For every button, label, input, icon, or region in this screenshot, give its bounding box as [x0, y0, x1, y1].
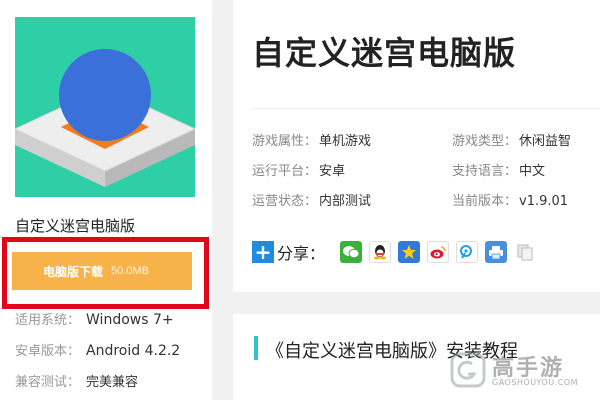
- wechat-icon[interactable]: [340, 241, 363, 263]
- gaoshouyou-watermark: 高手游 GAOSHOUYOU.COM: [450, 350, 590, 392]
- attr-attribute: 游戏属性： 单机游戏: [252, 130, 371, 149]
- download-label: 电脑版下载: [43, 264, 104, 279]
- attr-value: 中文: [519, 164, 546, 179]
- attr-label: 当前版本：: [452, 194, 518, 209]
- meta-compat-value: 完美兼容: [86, 375, 139, 390]
- game-info-card: 自定义迷宫电脑版 游戏属性： 单机游戏 游戏类型： 休闲益智 运行平台： 安卓 支持语…: [233, 0, 600, 292]
- divider: [252, 108, 600, 109]
- meta-os: 适用系统： Windows 7+: [15, 309, 174, 328]
- pc-download-button[interactable]: 电脑版下载 50.0MB: [12, 252, 192, 290]
- maze-ball-game-icon[interactable]: [15, 17, 195, 197]
- attr-value: 内部测试: [319, 194, 372, 209]
- attr-label: 游戏类型：: [452, 134, 518, 149]
- tencent-weibo-icon[interactable]: [456, 241, 479, 263]
- page-title: 自定义迷宫电脑版: [252, 34, 517, 72]
- attr-language: 支持语言： 中文: [452, 160, 545, 179]
- copy-icon[interactable]: [514, 241, 537, 263]
- attr-value: 单机游戏: [319, 134, 372, 149]
- attr-label: 运营状态：: [252, 194, 318, 209]
- accent-bar: [254, 336, 258, 360]
- watermark-url: GAOSHOUYOU.COM: [492, 378, 579, 387]
- attr-value: v1.9.01: [519, 194, 569, 209]
- attr-platform: 运行平台： 安卓: [252, 160, 345, 179]
- attr-type: 游戏类型： 休闲益智: [452, 130, 571, 149]
- qzone-star-icon[interactable]: [398, 241, 421, 263]
- meta-os-value: Windows 7+: [86, 312, 174, 328]
- attr-value: 休闲益智: [519, 134, 572, 149]
- weibo-icon[interactable]: [427, 241, 450, 263]
- meta-android-label: 安卓版本：: [15, 344, 81, 359]
- meta-android: 安卓版本： Android 4.2.2: [15, 340, 180, 359]
- share-label: 分享：: [277, 244, 326, 263]
- meta-compat-label: 兼容测试：: [15, 375, 81, 390]
- meta-android-value: Android 4.2.2: [86, 343, 181, 359]
- print-icon[interactable]: [485, 241, 508, 263]
- plus-icon[interactable]: +: [252, 241, 274, 263]
- attr-label: 支持语言：: [452, 164, 518, 179]
- download-size: 50.0MB: [111, 265, 149, 277]
- meta-compat: 兼容测试： 完美兼容: [15, 371, 138, 390]
- app-card: 自定义迷宫电脑版 电脑版下载 50.0MB 适用系统： Windows 7+ 安卓…: [0, 0, 212, 400]
- attr-version: 当前版本： v1.9.01: [452, 190, 568, 209]
- attr-label: 游戏属性：: [252, 134, 318, 149]
- app-name: 自定义迷宫电脑版: [15, 217, 136, 235]
- attr-label: 运行平台：: [252, 164, 318, 179]
- attr-value: 安卓: [319, 164, 346, 179]
- meta-os-label: 适用系统：: [15, 313, 81, 328]
- share-bar: + 分享：: [252, 240, 537, 264]
- attr-status: 运营状态： 内部测试: [252, 190, 371, 209]
- qq-icon[interactable]: [369, 241, 392, 263]
